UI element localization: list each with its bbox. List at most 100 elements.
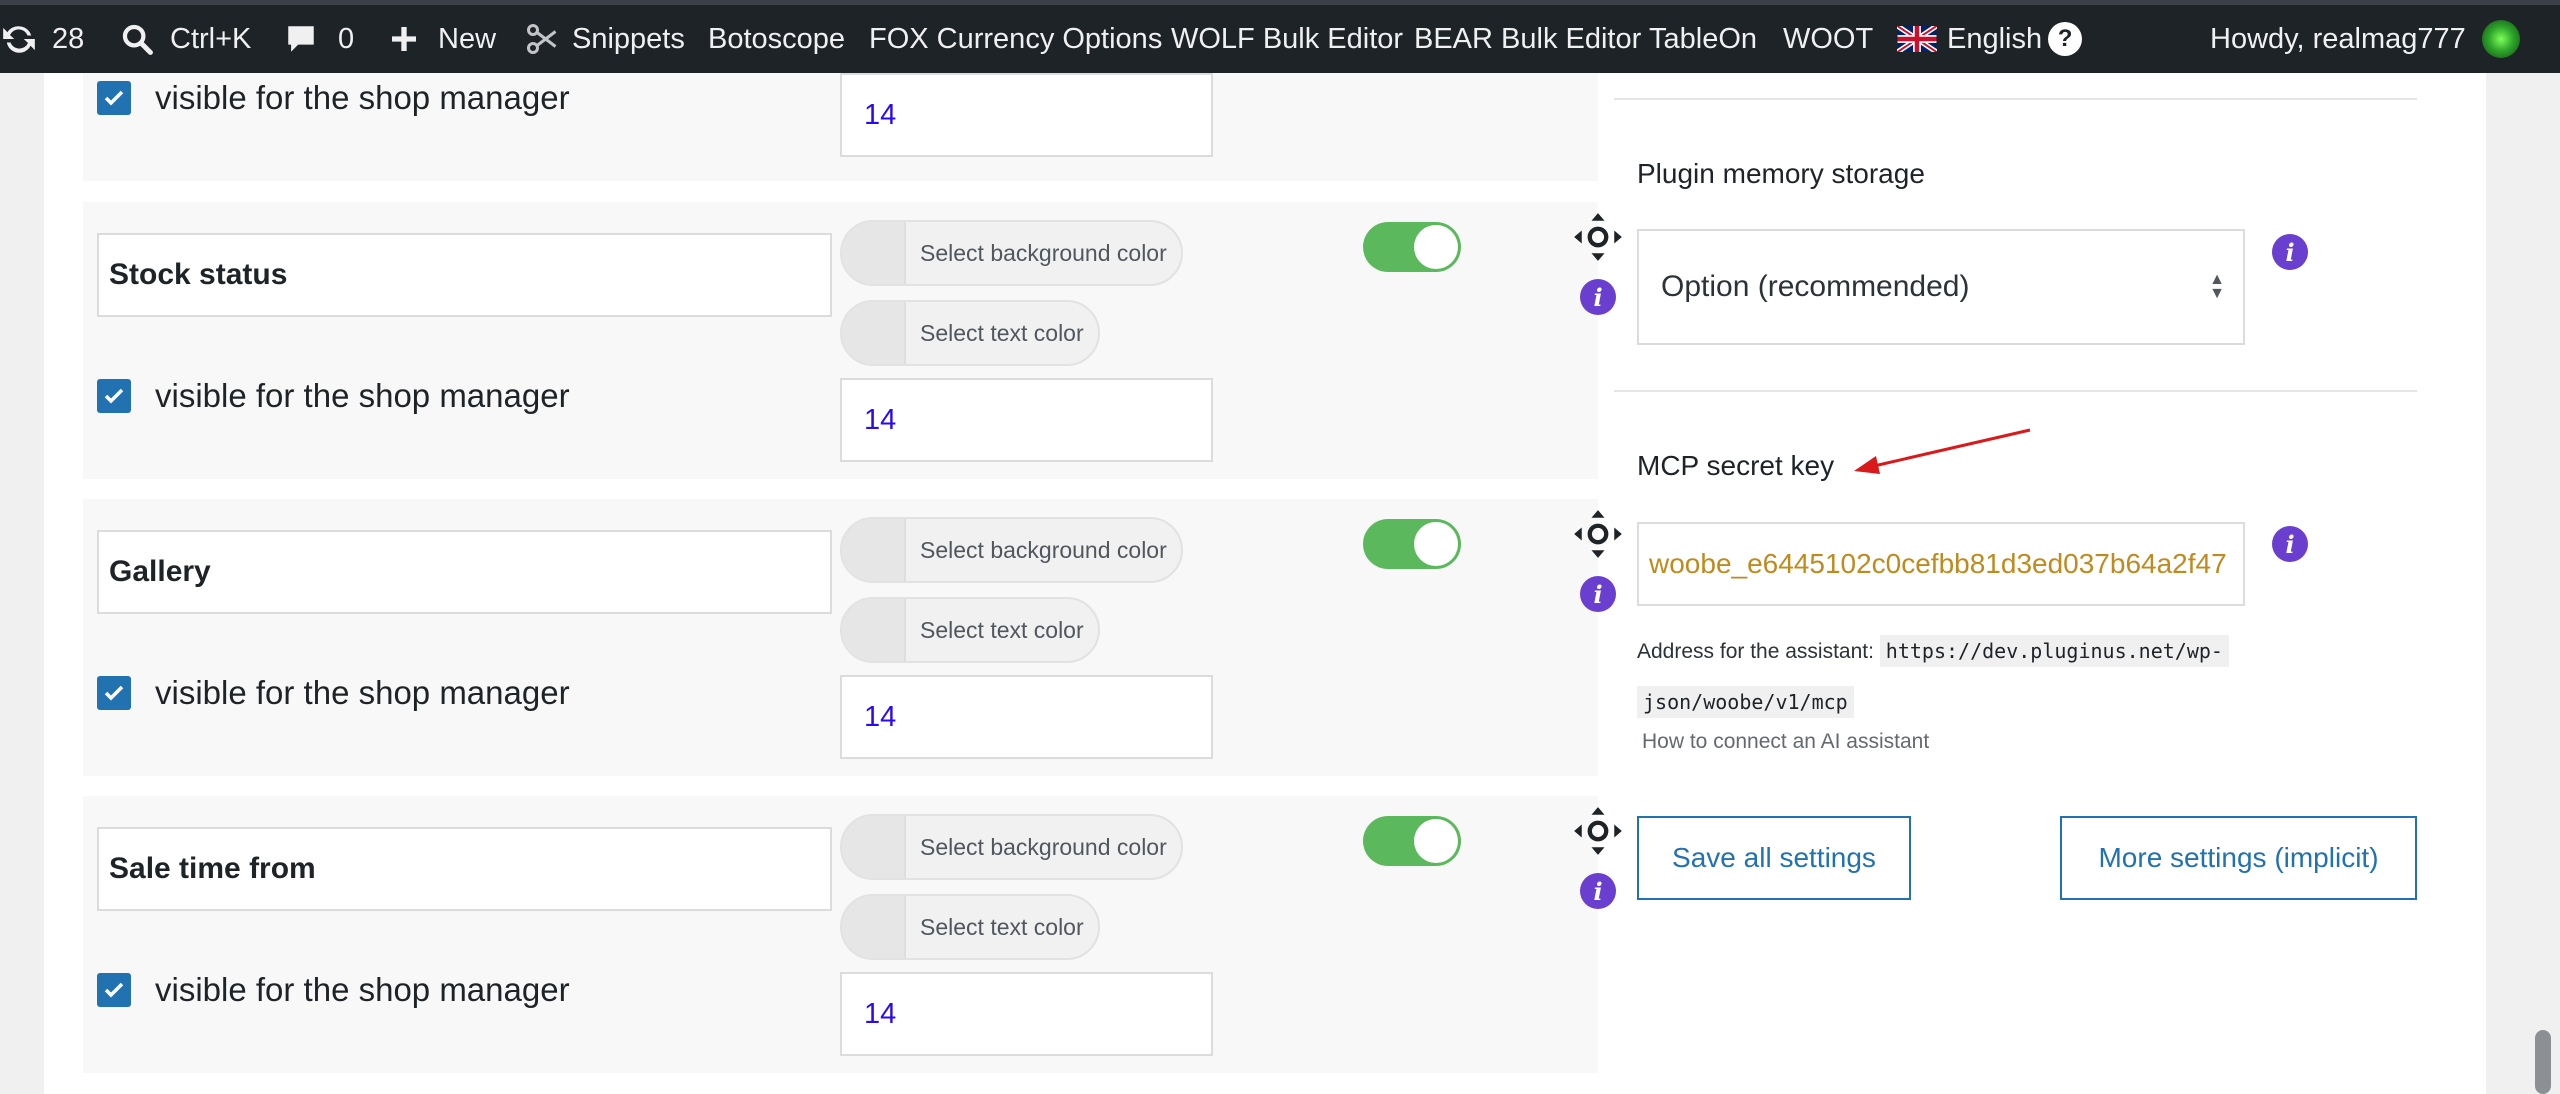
updates-icon	[3, 26, 35, 53]
background-color-picker[interactable]: Select background color	[840, 220, 1183, 286]
background-color-label: Select background color	[904, 222, 1181, 284]
checkmark-icon	[104, 90, 124, 106]
text-color-label: Select text color	[904, 302, 1098, 364]
plus-icon	[392, 27, 416, 51]
info-icon[interactable]: i	[1580, 576, 1616, 612]
enable-toggle[interactable]	[1363, 816, 1461, 866]
save-all-settings-button[interactable]: Save all settings	[1637, 816, 1911, 900]
new-item[interactable]: New	[388, 17, 496, 61]
visible-label: visible for the shop manager	[155, 971, 570, 1008]
background-color-picker[interactable]: Select background color	[840, 814, 1183, 880]
field-row-gallery: Gallery Select background color Select t…	[83, 499, 1622, 776]
text-color-label: Select text color	[904, 599, 1098, 661]
mcp-key-label: MCP secret key	[1637, 450, 1835, 481]
more-settings-button[interactable]: More settings (implicit)	[2060, 816, 2417, 900]
enable-toggle[interactable]	[1363, 222, 1461, 272]
background-color-label: Select background color	[904, 519, 1181, 581]
text-color-picker[interactable]: Select text color	[840, 597, 1100, 663]
account-item[interactable]: Howdy, realmag777	[2210, 17, 2520, 61]
comments-count: 0	[338, 22, 355, 55]
move-icon[interactable]	[1572, 211, 1624, 263]
checkmark-icon	[104, 685, 124, 701]
visible-checkbox[interactable]	[97, 379, 131, 413]
text-color-picker[interactable]: Select text color	[840, 894, 1100, 960]
visible-for-manager: visible for the shop manager	[97, 78, 570, 118]
comments-item[interactable]: 0	[284, 17, 354, 61]
menu-item-woot[interactable]: WOOT	[1783, 17, 1873, 61]
toggle-knob	[1414, 819, 1458, 863]
text-color-label: Select text color	[904, 896, 1098, 958]
field-row-sale-time-from: Sale time from Select background color S…	[83, 796, 1622, 1073]
storage-select[interactable]: Option (recommended) ▲ ▼	[1637, 229, 2245, 345]
divider	[1614, 390, 2417, 392]
select-arrows-icon: ▲ ▼	[2209, 271, 2225, 302]
font-size-input[interactable]: 14	[840, 378, 1213, 462]
visible-for-manager: visible for the shop manager	[97, 376, 570, 416]
menu-item-botoscope[interactable]: Botoscope	[708, 17, 845, 61]
address-url-line1: https://dev.pluginus.net/wp-	[1879, 635, 2229, 667]
scissors-icon	[527, 24, 557, 54]
snippets-item[interactable]: Snippets	[524, 17, 685, 61]
background-color-swatch	[842, 222, 904, 284]
menu-item-bear-bulk-editor[interactable]: BEAR Bulk Editor	[1414, 17, 1641, 61]
field-title-input[interactable]: Sale time from	[97, 827, 832, 911]
toggle-knob	[1414, 522, 1458, 566]
divider	[1614, 98, 2417, 100]
new-label: New	[438, 22, 497, 55]
updates-item[interactable]: 28	[0, 17, 84, 61]
scrollbar-thumb[interactable]	[2535, 1030, 2551, 1094]
field-title-input[interactable]: Stock status	[97, 233, 832, 317]
annotation-arrow-icon	[1854, 428, 2031, 474]
text-color-swatch	[842, 599, 904, 661]
storage-label: Plugin memory storage	[1637, 158, 1925, 189]
help-icon[interactable]: ?	[2048, 22, 2083, 56]
menu-item-wolf-bulk-editor[interactable]: WOLF Bulk Editor	[1171, 17, 1403, 61]
snippets-label: Snippets	[572, 22, 685, 55]
background-color-swatch	[842, 816, 904, 878]
visible-label: visible for the shop manager	[155, 79, 570, 116]
page-background-right	[2486, 73, 2560, 1094]
visible-for-manager: visible for the shop manager	[97, 673, 570, 713]
page-background-left	[0, 73, 44, 1094]
text-color-picker[interactable]: Select text color	[840, 300, 1100, 366]
assistant-address: Address for the assistant: https://dev.p…	[1637, 626, 2257, 728]
visible-label: visible for the shop manager	[155, 674, 570, 711]
background-color-picker[interactable]: Select background color	[840, 517, 1183, 583]
search-icon	[122, 24, 153, 55]
admin-bar: 28 Ctrl+K 0 New Snippets Botoscope FOX C…	[0, 0, 2560, 73]
background-color-label: Select background color	[904, 816, 1181, 878]
address-label: Address for the assistant:	[1637, 640, 1874, 663]
visible-checkbox[interactable]	[97, 676, 131, 710]
font-size-input[interactable]: 14	[840, 675, 1213, 759]
info-icon[interactable]: i	[1580, 873, 1616, 909]
search-item[interactable]: Ctrl+K	[120, 17, 251, 61]
enable-toggle[interactable]	[1363, 519, 1461, 569]
info-icon[interactable]: i	[2272, 526, 2308, 562]
storage-value: Option (recommended)	[1661, 270, 1970, 303]
move-icon[interactable]	[1572, 508, 1624, 560]
comment-icon	[288, 26, 314, 52]
font-size-input[interactable]: 14	[840, 972, 1213, 1056]
updates-count: 28	[52, 22, 85, 55]
visible-for-manager: visible for the shop manager	[97, 970, 570, 1010]
checkmark-icon	[104, 982, 124, 998]
search-shortcut: Ctrl+K	[170, 22, 252, 55]
visible-checkbox[interactable]	[97, 973, 131, 1007]
field-row-partial: visible for the shop manager 14	[83, 73, 1598, 181]
mcp-key-input[interactable]: woobe_e6445102c0cefbb81d3ed037b64a2f47	[1637, 522, 2245, 606]
info-icon[interactable]: i	[2272, 234, 2308, 270]
text-color-swatch	[842, 896, 904, 958]
language-label: English	[1947, 22, 2043, 55]
menu-item-tableon[interactable]: TableOn	[1649, 17, 1757, 61]
menu-item-fox-currency[interactable]: FOX Currency Options	[869, 17, 1162, 61]
field-title-input[interactable]: Gallery	[97, 530, 832, 614]
visible-checkbox[interactable]	[97, 81, 131, 115]
language-item[interactable]: English ?	[1897, 17, 2083, 61]
info-icon[interactable]: i	[1580, 279, 1616, 315]
move-icon[interactable]	[1572, 805, 1624, 857]
font-size-input[interactable]: 14	[840, 73, 1213, 157]
toggle-knob	[1414, 225, 1458, 269]
howto-link[interactable]: How to connect an AI assistant	[1642, 730, 1929, 754]
checkmark-icon	[104, 388, 124, 404]
avatar	[2481, 20, 2520, 58]
